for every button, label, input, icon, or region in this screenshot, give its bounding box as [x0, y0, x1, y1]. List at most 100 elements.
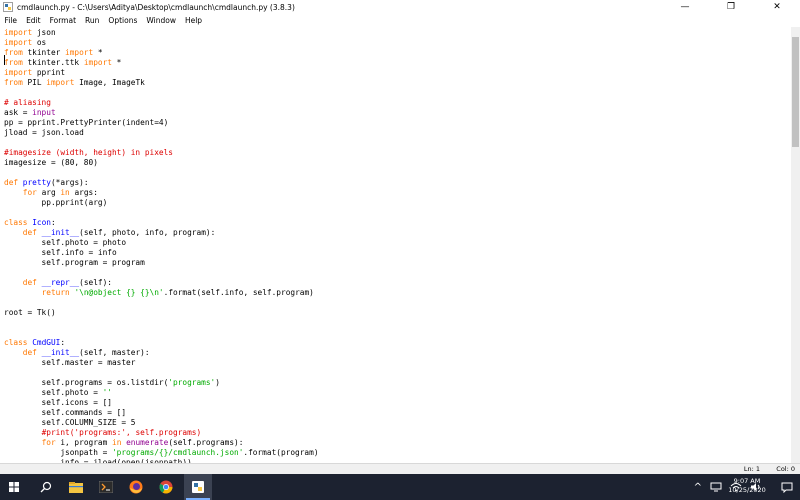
code-token: import: [4, 28, 33, 37]
minimize-button[interactable]: —: [662, 0, 708, 14]
file-explorer-icon: [69, 481, 83, 493]
code-token: __init__: [41, 348, 80, 357]
code-token: .format(program): [243, 448, 319, 457]
code-token: imagesize = (80, 80): [4, 158, 98, 167]
chrome-icon: [159, 480, 173, 494]
code-token: class: [4, 338, 28, 347]
menu-help[interactable]: Help: [180, 16, 206, 25]
firefox-button[interactable]: [122, 474, 150, 500]
code-token: from: [4, 48, 23, 57]
search-button[interactable]: [32, 474, 60, 500]
code-line: root = Tk(): [4, 308, 319, 318]
vertical-scrollbar[interactable]: [791, 27, 800, 463]
code-line: from tkinter import *: [4, 48, 319, 58]
code-line: def __repr__(self):: [4, 278, 319, 288]
code-editor[interactable]: import json import os from tkinter import …: [0, 27, 791, 463]
code-token: input: [32, 108, 56, 117]
code-line: import os: [4, 38, 319, 48]
code-token: enumerate: [126, 438, 169, 447]
code-line: self.programs = os.listdir('programs'): [4, 378, 319, 388]
code-token: import: [83, 58, 112, 67]
start-button[interactable]: [0, 474, 28, 500]
code-token: '': [102, 388, 112, 397]
code-token: self.photo = photo: [4, 238, 127, 247]
code-token: (self):: [79, 278, 112, 287]
code-token: PIL: [22, 78, 47, 87]
code-line: self.master = master: [4, 358, 319, 368]
clock-date: 10/25/2020: [728, 486, 766, 494]
code-token: jsonpath =: [4, 448, 112, 457]
code-token: __repr__: [41, 278, 80, 287]
menu-format[interactable]: Format: [45, 16, 80, 25]
code-token: tkinter.ttk: [22, 58, 84, 67]
menu-run[interactable]: Run: [81, 16, 104, 25]
menu-file[interactable]: File: [0, 16, 22, 25]
code-line: import json: [4, 28, 319, 38]
code-token: self.programs = os.listdir(: [4, 378, 169, 387]
code-line: jsonpath = 'programs/{}/cmdlaunch.json'.…: [4, 448, 319, 458]
code-token: *: [93, 48, 103, 57]
firefox-icon: [129, 480, 143, 494]
code-token: pp = pprint.PrettyPrinter(indent=4): [4, 118, 169, 127]
menu-window[interactable]: Window: [142, 16, 181, 25]
code-line: def __init__(self, photo, info, program)…: [4, 228, 319, 238]
code-token: from: [4, 78, 23, 87]
window-title: cmdlaunch.py - C:\Users\Aditya\Desktop\c…: [17, 2, 295, 12]
notification-icon: [781, 482, 792, 493]
code-token: root = Tk(): [4, 308, 56, 317]
code-token: *: [111, 58, 122, 67]
code-token: self.commands = []: [4, 408, 127, 417]
code-token: :: [60, 338, 66, 347]
code-line: self.photo = '': [4, 388, 319, 398]
code-token: def: [4, 178, 19, 187]
notifications-button[interactable]: [773, 474, 800, 500]
code-token: in: [60, 188, 70, 197]
code-token: (self, photo, info, program):: [79, 228, 216, 237]
search-icon: [40, 481, 52, 493]
code-line: jload = json.load: [4, 128, 319, 138]
code-token: for: [22, 188, 37, 197]
menu-edit[interactable]: Edit: [22, 16, 46, 25]
code-token: self.icons = []: [4, 398, 112, 407]
code-token: __init__: [41, 228, 80, 237]
code-line: pp.pprint(arg): [4, 198, 319, 208]
code-token: 'programs': [168, 378, 216, 387]
code-token: self.master = master: [4, 358, 136, 367]
show-hidden-icons-button[interactable]: ^: [694, 482, 702, 493]
code-line: self.COLUMN_SIZE = 5: [4, 418, 319, 428]
close-button[interactable]: ✕: [754, 0, 800, 14]
maximize-button[interactable]: ❐: [708, 0, 754, 14]
chrome-button[interactable]: [152, 474, 180, 500]
code-token: 'programs/{}/cmdlaunch.json': [111, 448, 244, 457]
code-token: args:: [69, 188, 98, 197]
code-token: tkinter: [22, 48, 66, 57]
code-line: self.commands = []: [4, 408, 319, 418]
terminal-button[interactable]: [92, 474, 120, 500]
code-token: pprint: [32, 68, 66, 77]
menu-bar: File Edit Format Run Options Window Help: [0, 14, 800, 27]
code-line: self.program = program: [4, 258, 319, 268]
menu-options[interactable]: Options: [104, 16, 142, 25]
code-token: (self, master):: [79, 348, 150, 357]
clock[interactable]: 9:07 AM 10/25/2020: [723, 477, 771, 495]
text-cursor: [4, 55, 5, 65]
code-token: pp.pprint(arg): [4, 198, 108, 207]
code-token: ask =: [4, 108, 33, 117]
scrollbar-thumb[interactable]: [792, 37, 799, 147]
python-icon: [192, 481, 204, 493]
code-token: from: [4, 58, 23, 67]
file-explorer-button[interactable]: [62, 474, 90, 500]
network-icon[interactable]: [710, 482, 722, 492]
code-token: '\n@object {} {}\n': [74, 288, 164, 297]
python-idle-button[interactable]: [184, 474, 212, 500]
code-token: import: [4, 68, 33, 77]
